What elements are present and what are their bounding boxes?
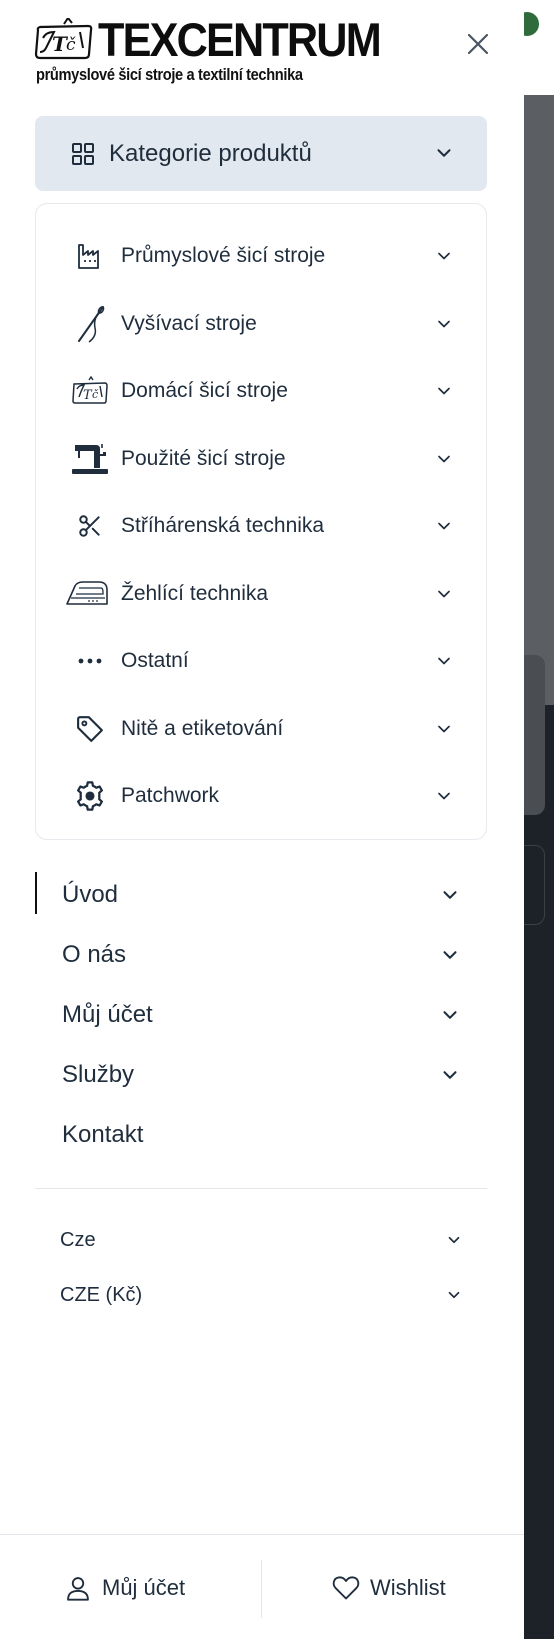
iron-icon <box>64 574 110 614</box>
category-label: Průmyslové šicí stroje <box>121 244 326 267</box>
chevron-down-icon <box>443 891 457 899</box>
category-label: Domácí šicí stroje <box>121 379 288 402</box>
category-item[interactable]: Vyšívací stroje <box>36 294 486 354</box>
category-label: Vyšívací stroje <box>121 312 257 335</box>
chevron-down-icon <box>438 522 450 530</box>
footer-separator <box>261 1560 262 1618</box>
chevron-down-icon <box>448 1236 460 1244</box>
currency-select[interactable]: CZE (Kč) <box>35 1275 465 1315</box>
language-value: Cze <box>60 1228 96 1251</box>
chevron-down-icon <box>438 590 450 598</box>
needle-icon <box>70 304 110 344</box>
chevron-down-icon <box>438 387 450 395</box>
scissors-icon <box>70 506 110 546</box>
chevron-down-icon <box>438 252 450 260</box>
gear-icon <box>70 776 110 816</box>
brand-tagline: průmyslové šicí stroje a textilní techni… <box>36 65 303 84</box>
menu-item-label: Úvod <box>62 881 119 908</box>
currency-value: CZE (Kč) <box>60 1283 143 1306</box>
grid-icon <box>72 142 94 165</box>
menu-item-uvod[interactable]: Úvod <box>35 872 487 918</box>
footer-divider <box>0 1534 524 1535</box>
categories-toggle-label: Kategorie produktů <box>109 139 312 167</box>
sewing-machine-logo-icon: T č <box>34 18 93 60</box>
category-item[interactable]: Ostatní <box>36 631 486 691</box>
brand-logo[interactable]: T č TEXCENTRUM průmyslové šicí stroje a … <box>34 12 382 88</box>
categories-panel: Průmyslové šicí stroje Vyšívací stroje T… <box>35 203 487 840</box>
category-label: Ostatní <box>121 649 189 672</box>
close-button[interactable] <box>462 28 494 60</box>
categories-toggle[interactable]: Kategorie produktů <box>35 116 487 191</box>
close-icon <box>467 33 489 55</box>
chevron-down-icon <box>438 792 450 800</box>
svg-text:č: č <box>92 388 99 401</box>
category-label: Použité šicí stroje <box>121 447 286 470</box>
menu-item-o-nas[interactable]: O nás <box>35 932 487 978</box>
category-label: Nitě a etiketování <box>121 717 284 740</box>
chevron-down-icon <box>437 149 451 157</box>
category-item[interactable]: Stříhárenská technika <box>36 496 486 556</box>
category-label: Žehlící technika <box>121 582 269 605</box>
chevron-down-icon <box>438 725 450 733</box>
category-item[interactable]: Průmyslové šicí stroje <box>36 226 486 286</box>
heart-icon <box>332 1576 360 1600</box>
chevron-down-icon <box>443 951 457 959</box>
menu-item-sluzby[interactable]: Služby <box>35 1052 487 1098</box>
user-icon <box>67 1577 89 1601</box>
chevron-down-icon <box>438 657 450 665</box>
factory-icon <box>70 236 110 276</box>
wishlist-button[interactable]: Wishlist <box>332 1568 446 1608</box>
wishlist-label: Wishlist <box>370 1575 446 1600</box>
menu-item-label: O nás <box>62 941 127 968</box>
chevron-down-icon <box>448 1291 460 1299</box>
category-item[interactable]: T č Domácí šicí stroje <box>36 361 486 421</box>
category-item[interactable]: Nitě a etiketování <box>36 699 486 759</box>
more-dots-icon <box>70 641 110 681</box>
chevron-down-icon <box>443 1011 457 1019</box>
menu-item-kontakt[interactable]: Kontakt <box>35 1112 487 1158</box>
menu-divider <box>35 1188 487 1189</box>
chevron-down-icon <box>443 1071 457 1079</box>
menu-item-label: Služby <box>62 1061 135 1088</box>
category-label: Stříhárenská technika <box>121 514 325 537</box>
mobile-menu-drawer: T č TEXCENTRUM průmyslové šicí stroje a … <box>0 0 524 1639</box>
chevron-down-icon <box>438 320 450 328</box>
chevron-down-icon <box>438 455 450 463</box>
menu-item-label: Kontakt <box>62 1121 144 1148</box>
category-item[interactable]: Použité šicí stroje <box>36 429 486 489</box>
sewing-machine-icon <box>70 439 110 479</box>
menu-item-muj-ucet[interactable]: Můj účet <box>35 992 487 1038</box>
language-select[interactable]: Cze <box>35 1220 465 1260</box>
svg-text:č: č <box>66 35 76 55</box>
account-button[interactable]: Můj účet <box>64 1568 185 1608</box>
account-label: Můj účet <box>102 1575 186 1600</box>
tag-icon <box>70 709 110 749</box>
category-label: Patchwork <box>121 784 220 807</box>
brand-name: TEXCENTRUM <box>98 13 382 66</box>
category-item[interactable]: Patchwork <box>36 766 486 826</box>
menu-item-label: Můj účet <box>62 1001 153 1028</box>
home-sewing-machine-icon: T č <box>70 371 110 411</box>
category-item[interactable]: Žehlící technika <box>36 564 486 624</box>
